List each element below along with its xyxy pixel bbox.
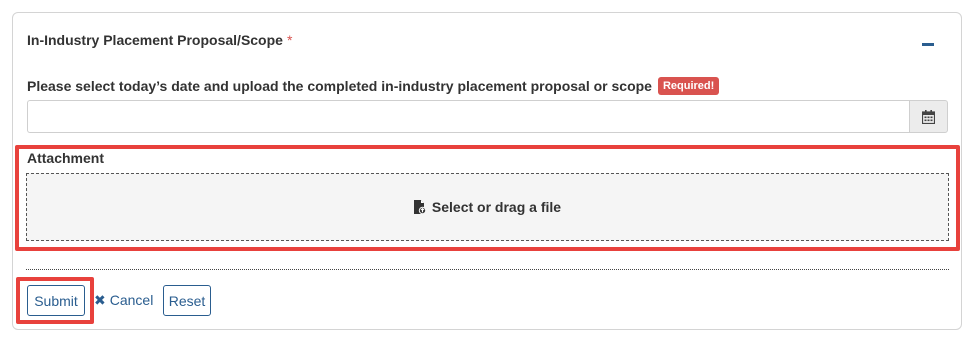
calendar-icon: [922, 109, 935, 124]
collapse-minus-icon[interactable]: [922, 43, 934, 46]
submit-highlight-box: [16, 277, 94, 324]
section-title-text: In-Industry Placement Proposal/Scope: [27, 32, 283, 48]
cancel-button[interactable]: ✖ Cancel: [94, 290, 153, 310]
divider: [26, 269, 949, 270]
cancel-label: Cancel: [109, 292, 154, 308]
required-badge: Required!: [657, 77, 720, 95]
date-question-label: Please select today’s date and upload th…: [27, 77, 720, 95]
required-star: *: [286, 32, 293, 48]
reset-button[interactable]: Reset: [163, 285, 211, 316]
calendar-button[interactable]: [909, 100, 948, 133]
section-title: In-Industry Placement Proposal/Scope *: [27, 32, 292, 48]
date-input[interactable]: [27, 100, 909, 133]
close-icon: ✖: [94, 291, 106, 308]
date-question-text: Please select today’s date and upload th…: [27, 78, 652, 94]
attachment-highlight-box: [15, 145, 960, 251]
